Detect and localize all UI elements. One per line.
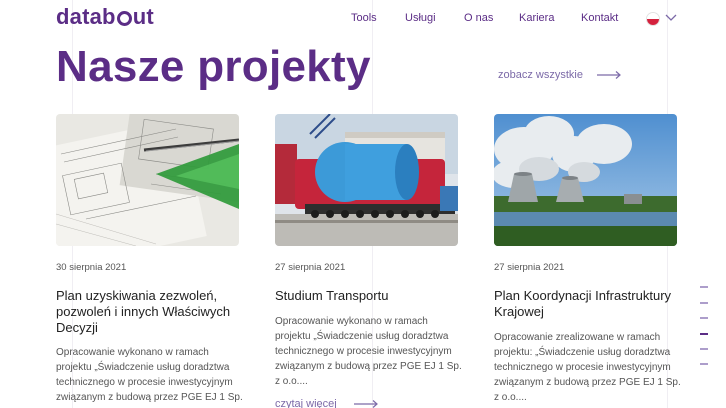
project-date: 30 sierpnia 2021 (56, 262, 127, 273)
site-header: datab ut Tools Usługi O nas Kariera Konta… (0, 0, 726, 40)
pager-dash-active[interactable] (700, 333, 708, 335)
nav-item-tools[interactable]: Tools (351, 12, 377, 24)
chevron-down-icon[interactable] (665, 13, 677, 23)
project-card[interactable]: 27 sierpnia 2021 Plan Koordynacji Infras… (494, 114, 681, 403)
read-more-link[interactable]: czytaj więcej (275, 398, 337, 408)
project-title[interactable]: Plan uzyskiwania zezwoleń, pozwoleń i in… (56, 288, 246, 336)
project-excerpt: Opracowanie zrealizowane w ramach projek… (494, 332, 681, 403)
arrow-right-icon[interactable] (353, 399, 379, 408)
pager-dash[interactable] (700, 286, 708, 288)
logo[interactable]: datab ut (56, 4, 154, 30)
project-excerpt: Opracowanie wykonano w ramach projektu „… (56, 347, 243, 403)
pager-dash[interactable] (700, 363, 708, 365)
page-title: Nasze projekty (56, 42, 371, 91)
logo-o-mark (116, 10, 132, 26)
see-all-link[interactable]: zobacz wszystkie (498, 69, 583, 81)
flag-pl-icon[interactable] (646, 12, 660, 26)
nav-item-kontakt[interactable]: Kontakt (581, 12, 618, 24)
heavy-transport-image[interactable] (275, 114, 458, 246)
nav-item-o-nas[interactable]: O nas (464, 12, 493, 24)
project-title[interactable]: Studium Transportu (275, 288, 465, 304)
arrow-right-icon[interactable] (596, 70, 622, 80)
nav-item-uslugi[interactable]: Usługi (405, 12, 436, 24)
project-title[interactable]: Plan Koordynacji Infrastruktury Krajowej (494, 288, 684, 320)
project-card[interactable]: 27 sierpnia 2021 Studium Transportu Opra… (275, 114, 462, 408)
nav-item-kariera[interactable]: Kariera (519, 12, 554, 24)
pager-dash[interactable] (700, 317, 708, 319)
project-date: 27 sierpnia 2021 (275, 262, 346, 273)
technical-drawings-image[interactable] (56, 114, 239, 246)
project-card[interactable]: 30 sierpnia 2021 Plan uzyskiwania zezwol… (56, 114, 243, 403)
project-date: 27 sierpnia 2021 (494, 262, 565, 273)
pager-dash[interactable] (700, 348, 708, 350)
cooling-towers-image[interactable] (494, 114, 677, 246)
pager-dash[interactable] (700, 302, 708, 304)
project-excerpt: Opracowanie wykonano w ramach projektu „… (275, 316, 462, 387)
